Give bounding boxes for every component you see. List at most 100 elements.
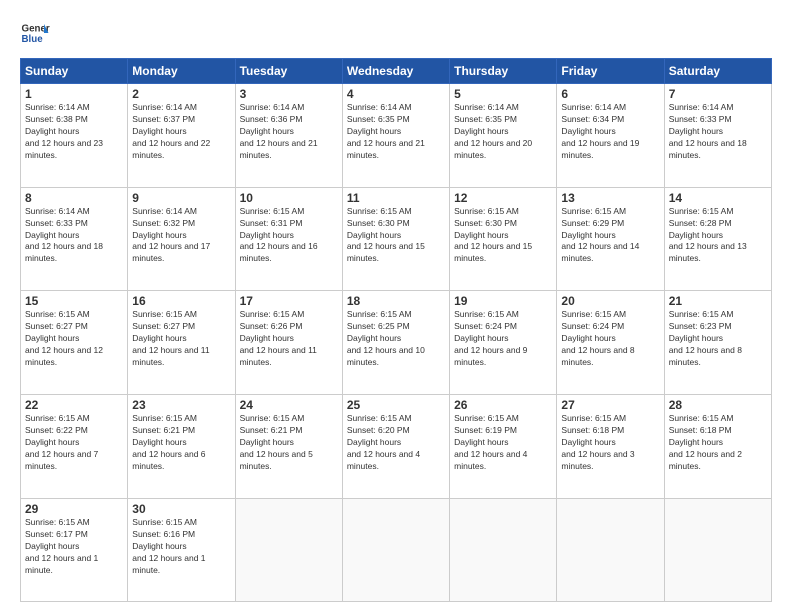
calendar-header-row: SundayMondayTuesdayWednesdayThursdayFrid… [21,59,772,84]
cell-info: Sunrise: 6:15 AMSunset: 6:21 PMDaylight … [240,413,313,471]
calendar-cell: 28 Sunrise: 6:15 AMSunset: 6:18 PMDaylig… [664,395,771,499]
cell-info: Sunrise: 6:15 AMSunset: 6:30 PMDaylight … [347,206,425,264]
cell-info: Sunrise: 6:15 AMSunset: 6:27 PMDaylight … [132,309,209,367]
day-number: 13 [561,191,659,205]
cell-info: Sunrise: 6:15 AMSunset: 6:31 PMDaylight … [240,206,318,264]
col-header-tuesday: Tuesday [235,59,342,84]
calendar-cell: 15 Sunrise: 6:15 AMSunset: 6:27 PMDaylig… [21,291,128,395]
cell-info: Sunrise: 6:15 AMSunset: 6:18 PMDaylight … [669,413,742,471]
calendar-cell: 7 Sunrise: 6:14 AMSunset: 6:33 PMDayligh… [664,84,771,188]
header: General Blue [20,18,772,48]
calendar-cell [664,498,771,601]
day-number: 11 [347,191,445,205]
cell-info: Sunrise: 6:14 AMSunset: 6:33 PMDaylight … [669,102,747,160]
day-number: 6 [561,87,659,101]
calendar-cell: 9 Sunrise: 6:14 AMSunset: 6:32 PMDayligh… [128,187,235,291]
cell-info: Sunrise: 6:15 AMSunset: 6:17 PMDaylight … [25,517,98,575]
col-header-thursday: Thursday [450,59,557,84]
day-number: 4 [347,87,445,101]
col-header-saturday: Saturday [664,59,771,84]
calendar-cell [557,498,664,601]
calendar-cell: 21 Sunrise: 6:15 AMSunset: 6:23 PMDaylig… [664,291,771,395]
day-number: 22 [25,398,123,412]
cell-info: Sunrise: 6:15 AMSunset: 6:18 PMDaylight … [561,413,634,471]
calendar-cell: 10 Sunrise: 6:15 AMSunset: 6:31 PMDaylig… [235,187,342,291]
col-header-sunday: Sunday [21,59,128,84]
calendar-week-row: 1 Sunrise: 6:14 AMSunset: 6:38 PMDayligh… [21,84,772,188]
cell-info: Sunrise: 6:14 AMSunset: 6:35 PMDaylight … [347,102,425,160]
col-header-monday: Monday [128,59,235,84]
calendar-cell: 8 Sunrise: 6:14 AMSunset: 6:33 PMDayligh… [21,187,128,291]
calendar-week-row: 15 Sunrise: 6:15 AMSunset: 6:27 PMDaylig… [21,291,772,395]
cell-info: Sunrise: 6:14 AMSunset: 6:32 PMDaylight … [132,206,210,264]
calendar-cell: 4 Sunrise: 6:14 AMSunset: 6:35 PMDayligh… [342,84,449,188]
cell-info: Sunrise: 6:15 AMSunset: 6:30 PMDaylight … [454,206,532,264]
day-number: 16 [132,294,230,308]
calendar-cell: 13 Sunrise: 6:15 AMSunset: 6:29 PMDaylig… [557,187,664,291]
svg-text:Blue: Blue [22,34,44,45]
day-number: 28 [669,398,767,412]
calendar-cell: 23 Sunrise: 6:15 AMSunset: 6:21 PMDaylig… [128,395,235,499]
page: General Blue SundayMondayTuesdayWednesda… [0,0,792,612]
calendar-cell: 27 Sunrise: 6:15 AMSunset: 6:18 PMDaylig… [557,395,664,499]
cell-info: Sunrise: 6:15 AMSunset: 6:24 PMDaylight … [454,309,527,367]
calendar-cell: 25 Sunrise: 6:15 AMSunset: 6:20 PMDaylig… [342,395,449,499]
day-number: 27 [561,398,659,412]
day-number: 25 [347,398,445,412]
day-number: 5 [454,87,552,101]
col-header-friday: Friday [557,59,664,84]
col-header-wednesday: Wednesday [342,59,449,84]
cell-info: Sunrise: 6:15 AMSunset: 6:28 PMDaylight … [669,206,747,264]
cell-info: Sunrise: 6:14 AMSunset: 6:33 PMDaylight … [25,206,103,264]
logo: General Blue [20,18,50,48]
cell-info: Sunrise: 6:15 AMSunset: 6:26 PMDaylight … [240,309,317,367]
cell-info: Sunrise: 6:15 AMSunset: 6:27 PMDaylight … [25,309,103,367]
cell-info: Sunrise: 6:15 AMSunset: 6:16 PMDaylight … [132,517,205,575]
calendar-cell: 11 Sunrise: 6:15 AMSunset: 6:30 PMDaylig… [342,187,449,291]
cell-info: Sunrise: 6:15 AMSunset: 6:20 PMDaylight … [347,413,420,471]
calendar-cell: 2 Sunrise: 6:14 AMSunset: 6:37 PMDayligh… [128,84,235,188]
day-number: 24 [240,398,338,412]
cell-info: Sunrise: 6:15 AMSunset: 6:24 PMDaylight … [561,309,634,367]
calendar-cell: 14 Sunrise: 6:15 AMSunset: 6:28 PMDaylig… [664,187,771,291]
calendar-cell: 3 Sunrise: 6:14 AMSunset: 6:36 PMDayligh… [235,84,342,188]
calendar-week-row: 8 Sunrise: 6:14 AMSunset: 6:33 PMDayligh… [21,187,772,291]
calendar-cell: 1 Sunrise: 6:14 AMSunset: 6:38 PMDayligh… [21,84,128,188]
day-number: 12 [454,191,552,205]
cell-info: Sunrise: 6:15 AMSunset: 6:21 PMDaylight … [132,413,205,471]
cell-info: Sunrise: 6:14 AMSunset: 6:36 PMDaylight … [240,102,318,160]
day-number: 14 [669,191,767,205]
day-number: 17 [240,294,338,308]
calendar-cell: 20 Sunrise: 6:15 AMSunset: 6:24 PMDaylig… [557,291,664,395]
cell-info: Sunrise: 6:15 AMSunset: 6:23 PMDaylight … [669,309,742,367]
day-number: 19 [454,294,552,308]
cell-info: Sunrise: 6:14 AMSunset: 6:38 PMDaylight … [25,102,103,160]
calendar-cell: 26 Sunrise: 6:15 AMSunset: 6:19 PMDaylig… [450,395,557,499]
cell-info: Sunrise: 6:15 AMSunset: 6:19 PMDaylight … [454,413,527,471]
day-number: 18 [347,294,445,308]
day-number: 23 [132,398,230,412]
day-number: 2 [132,87,230,101]
day-number: 9 [132,191,230,205]
cell-info: Sunrise: 6:15 AMSunset: 6:29 PMDaylight … [561,206,639,264]
calendar-cell: 29 Sunrise: 6:15 AMSunset: 6:17 PMDaylig… [21,498,128,601]
cell-info: Sunrise: 6:15 AMSunset: 6:25 PMDaylight … [347,309,425,367]
calendar-table: SundayMondayTuesdayWednesdayThursdayFrid… [20,58,772,602]
calendar-cell: 5 Sunrise: 6:14 AMSunset: 6:35 PMDayligh… [450,84,557,188]
day-number: 30 [132,502,230,516]
calendar-week-row: 29 Sunrise: 6:15 AMSunset: 6:17 PMDaylig… [21,498,772,601]
calendar-cell: 24 Sunrise: 6:15 AMSunset: 6:21 PMDaylig… [235,395,342,499]
day-number: 21 [669,294,767,308]
calendar-week-row: 22 Sunrise: 6:15 AMSunset: 6:22 PMDaylig… [21,395,772,499]
day-number: 20 [561,294,659,308]
day-number: 3 [240,87,338,101]
calendar-cell [342,498,449,601]
calendar-cell: 22 Sunrise: 6:15 AMSunset: 6:22 PMDaylig… [21,395,128,499]
calendar-cell: 17 Sunrise: 6:15 AMSunset: 6:26 PMDaylig… [235,291,342,395]
cell-info: Sunrise: 6:14 AMSunset: 6:37 PMDaylight … [132,102,210,160]
day-number: 1 [25,87,123,101]
calendar-cell [235,498,342,601]
day-number: 26 [454,398,552,412]
calendar-cell: 30 Sunrise: 6:15 AMSunset: 6:16 PMDaylig… [128,498,235,601]
calendar-cell: 19 Sunrise: 6:15 AMSunset: 6:24 PMDaylig… [450,291,557,395]
